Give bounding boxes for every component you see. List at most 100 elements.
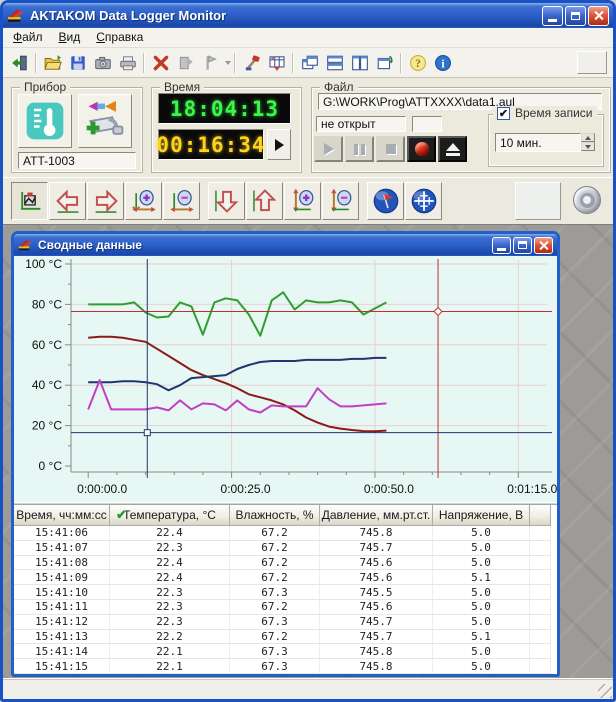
app-logo-icon bbox=[18, 238, 33, 253]
crosshair-cursor-button[interactable] bbox=[405, 182, 442, 220]
close-icon bbox=[593, 10, 604, 21]
minimize-button[interactable] bbox=[542, 6, 563, 26]
table-row[interactable]: 15:41:1322.267.2745.75.1 bbox=[14, 630, 557, 645]
stop-button[interactable] bbox=[376, 136, 405, 162]
table-cell bbox=[530, 659, 551, 674]
pan-left-button[interactable] bbox=[49, 182, 86, 220]
table-row[interactable]: 15:41:1022.367.3745.55.0 bbox=[14, 585, 557, 600]
table-cell: 745.5 bbox=[320, 585, 433, 600]
record-button[interactable] bbox=[407, 136, 436, 162]
eject-icon bbox=[446, 143, 460, 156]
pan-right-button[interactable] bbox=[87, 182, 124, 220]
column-header-label: Давление, мм.рт.ст. bbox=[322, 508, 431, 522]
export-table-button[interactable] bbox=[264, 50, 289, 75]
child-close-button[interactable] bbox=[534, 237, 553, 254]
zoom-y-out-icon bbox=[328, 188, 354, 214]
save-button[interactable] bbox=[65, 50, 90, 75]
table-cell: 745.6 bbox=[320, 600, 433, 615]
child-minimize-button[interactable] bbox=[492, 237, 511, 254]
column-header[interactable]: Напряжение, В bbox=[433, 505, 530, 526]
svg-text:40 °C: 40 °C bbox=[32, 378, 62, 392]
printer-icon bbox=[119, 54, 137, 72]
toolbar-separator bbox=[143, 53, 145, 73]
dropdown-caret-icon[interactable] bbox=[225, 61, 231, 65]
exit-button[interactable] bbox=[7, 50, 32, 75]
zoom-x-out-button[interactable] bbox=[163, 182, 200, 220]
chart-home-button[interactable] bbox=[11, 182, 48, 220]
menu-view[interactable]: Вид bbox=[51, 28, 89, 47]
svg-text:20 °C: 20 °C bbox=[32, 419, 62, 433]
play-button[interactable] bbox=[314, 136, 343, 162]
column-header[interactable]: Время, чч:мм:сс bbox=[14, 505, 110, 526]
zoom-x-in-button[interactable] bbox=[125, 182, 162, 220]
column-header[interactable]: Влажность, % bbox=[230, 505, 320, 526]
time-expand-button[interactable] bbox=[267, 129, 291, 160]
table-cell: 5.0 bbox=[433, 556, 530, 571]
resize-grip[interactable] bbox=[598, 684, 612, 698]
crosshair-icon bbox=[411, 188, 437, 214]
table-cell: 15:41:10 bbox=[14, 585, 110, 600]
maximize-icon bbox=[518, 241, 527, 249]
print-button[interactable] bbox=[115, 50, 140, 75]
maximize-button[interactable] bbox=[565, 6, 586, 26]
close-button[interactable] bbox=[588, 6, 609, 26]
record-time-checkbox[interactable]: ✔ bbox=[497, 107, 510, 120]
speaker-knob-icon[interactable] bbox=[573, 186, 601, 214]
pause-button[interactable] bbox=[345, 136, 374, 162]
table-row[interactable]: 15:41:1522.167.3745.85.0 bbox=[14, 659, 557, 674]
column-header[interactable] bbox=[530, 505, 551, 526]
column-header[interactable]: Давление, мм.рт.ст. bbox=[320, 505, 433, 526]
table-row[interactable]: 15:41:0822.467.2745.65.0 bbox=[14, 556, 557, 571]
interval-value[interactable]: 10 мин. bbox=[495, 133, 581, 152]
device-group-label: Прибор bbox=[20, 80, 70, 94]
mdi-area: Сводные данные 0 °C20 °C40 °C60 °C80 °C1… bbox=[3, 224, 613, 678]
title-bar[interactable]: AKTAKOM Data Logger Monitor bbox=[3, 3, 613, 28]
child-maximize-button[interactable] bbox=[513, 237, 532, 254]
tile-vertical-button[interactable] bbox=[347, 50, 372, 75]
arrange-icons-button[interactable] bbox=[372, 50, 397, 75]
connect-plug-icon bbox=[83, 99, 127, 143]
device-thermometer-button[interactable] bbox=[18, 94, 72, 148]
table-cell: 22.4 bbox=[110, 570, 230, 585]
svg-text:0:00:50.0: 0:00:50.0 bbox=[364, 482, 414, 496]
spin-down-button[interactable] bbox=[581, 142, 595, 151]
connect-device-button[interactable] bbox=[78, 94, 132, 148]
zoom-y-out-button[interactable] bbox=[322, 182, 359, 220]
eject-button[interactable] bbox=[438, 136, 467, 162]
table-row[interactable]: 15:41:0922.467.2745.65.1 bbox=[14, 570, 557, 585]
child-title-bar[interactable]: Сводные данные bbox=[14, 234, 557, 256]
open-file-button[interactable] bbox=[40, 50, 65, 75]
snapshot-button[interactable] bbox=[90, 50, 115, 75]
zoom-y-in-button[interactable] bbox=[284, 182, 321, 220]
table-row[interactable]: 15:41:1122.367.2745.65.0 bbox=[14, 600, 557, 615]
table-row[interactable]: 15:41:1222.367.3745.75.0 bbox=[14, 615, 557, 630]
flag-marker-button2[interactable] bbox=[367, 182, 404, 220]
cut-marker-button[interactable] bbox=[173, 50, 198, 75]
table-row[interactable]: 15:41:0722.367.2745.75.0 bbox=[14, 541, 557, 556]
delete-button[interactable] bbox=[148, 50, 173, 75]
interval-spinner: 10 мин. bbox=[495, 133, 595, 152]
pan-up-button[interactable] bbox=[246, 182, 283, 220]
child-window-title: Сводные данные bbox=[38, 238, 492, 252]
toolbar-separator bbox=[234, 53, 236, 73]
device-group: Прибор ATT-1003 bbox=[11, 87, 143, 173]
chart-area[interactable]: 0 °C20 °C40 °C60 °C80 °C100 °C0:00:00.00… bbox=[14, 256, 557, 502]
table-cell: 5.0 bbox=[433, 585, 530, 600]
about-button[interactable]: i bbox=[430, 50, 455, 75]
table-row[interactable]: 15:41:0622.467.2745.85.0 bbox=[14, 526, 557, 541]
device-config-button[interactable] bbox=[239, 50, 264, 75]
summary-chart[interactable]: 0 °C20 °C40 °C60 °C80 °C100 °C0:00:00.00… bbox=[14, 256, 557, 502]
pan-down-button[interactable] bbox=[208, 182, 245, 220]
column-header[interactable]: ✔Температура, °C bbox=[110, 505, 230, 526]
help-button[interactable]: ? bbox=[405, 50, 430, 75]
svg-text:0:00:00.0: 0:00:00.0 bbox=[77, 482, 127, 496]
control-panel: Прибор ATT-1003 Время 18:04:13 00:16:34 … bbox=[3, 78, 613, 177]
flag-marker-button[interactable] bbox=[198, 50, 223, 75]
menu-file[interactable]: Файл bbox=[5, 28, 51, 47]
tile-horizontal-button[interactable] bbox=[322, 50, 347, 75]
cascade-windows-button[interactable] bbox=[297, 50, 322, 75]
close-icon bbox=[538, 240, 549, 251]
spin-up-button[interactable] bbox=[581, 133, 595, 142]
menu-help[interactable]: Справка bbox=[88, 28, 151, 47]
table-row[interactable]: 15:41:1422.167.3745.85.0 bbox=[14, 644, 557, 659]
